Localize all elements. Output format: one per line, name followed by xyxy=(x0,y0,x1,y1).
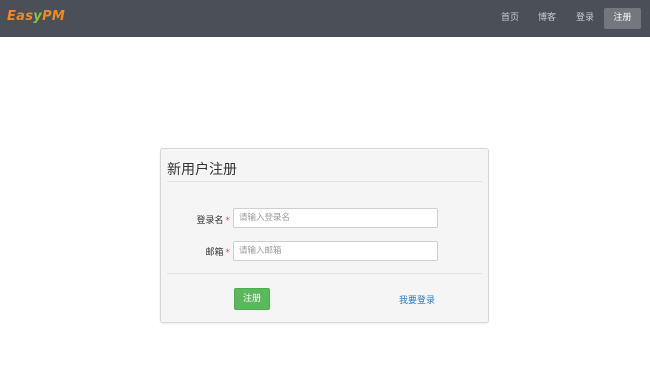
top-navbar: EasyPM 首页 博客 登录 注册 xyxy=(0,0,650,37)
nav-link-register[interactable]: 注册 xyxy=(604,8,641,29)
nav-link-home[interactable]: 首页 xyxy=(496,0,524,37)
nav-link-blog[interactable]: 博客 xyxy=(533,0,561,37)
logo-text-prefix: Eas xyxy=(7,9,34,24)
email-label-text: 邮箱 xyxy=(205,248,224,258)
login-name-label: 登录名 * xyxy=(166,213,230,226)
panel-divider xyxy=(167,273,482,274)
register-submit-button[interactable]: 注册 xyxy=(234,288,270,310)
login-name-input[interactable] xyxy=(233,208,438,228)
required-mark: * xyxy=(225,216,231,226)
register-panel: 新用户注册 登录名* 邮箱* 注册 我要登录 xyxy=(160,148,489,323)
email-label: 邮箱 * xyxy=(166,245,230,258)
logo-leaf: y xyxy=(33,9,43,24)
logo-text-suffix: PM xyxy=(42,9,66,24)
required-mark: * xyxy=(225,248,231,258)
go-login-link[interactable]: 我要登录 xyxy=(399,293,435,306)
nav-link-login[interactable]: 登录 xyxy=(571,0,599,37)
panel-title: 新用户注册 xyxy=(167,162,237,178)
panel-divider xyxy=(167,181,482,182)
app-logo[interactable]: EasyPM xyxy=(7,9,65,24)
login-name-label-text: 登录名 xyxy=(196,216,224,226)
email-input[interactable] xyxy=(233,241,438,261)
